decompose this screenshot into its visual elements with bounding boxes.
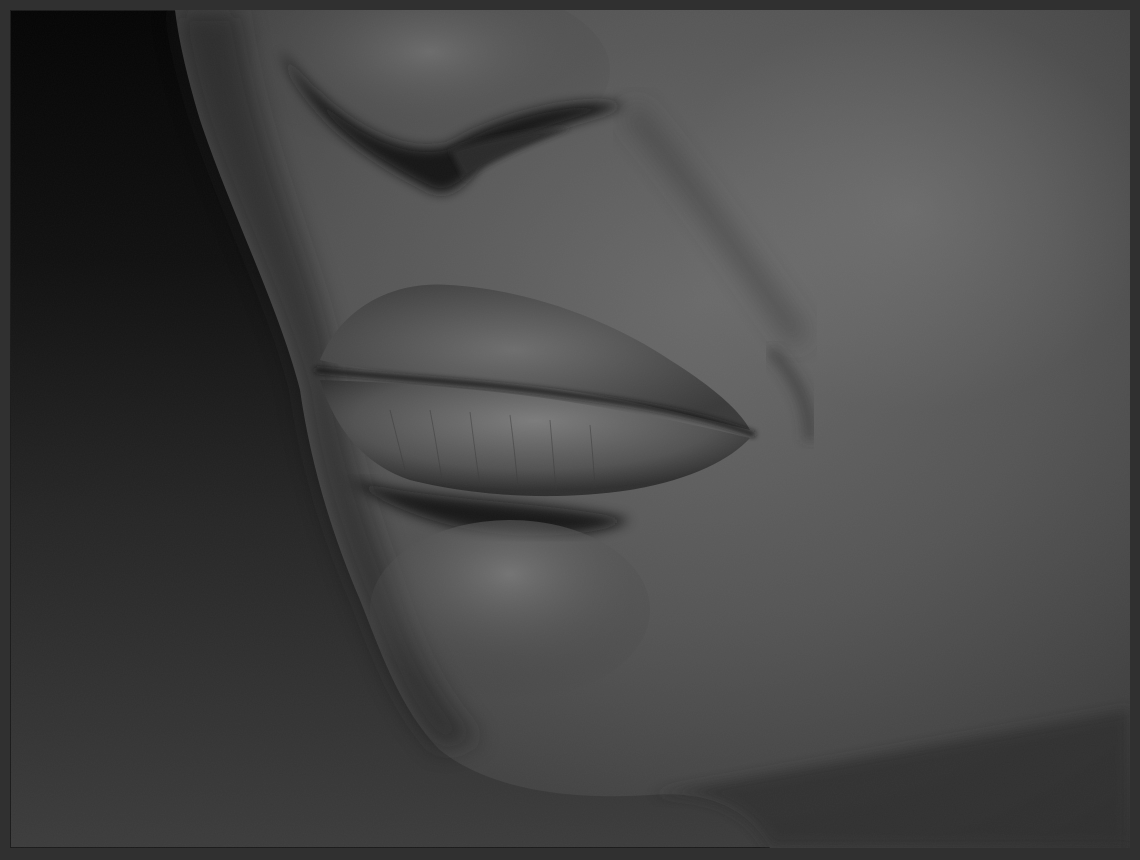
sculpt-render-image [10, 10, 1130, 848]
render-frame [0, 0, 1140, 860]
surface-grain [10, 10, 1130, 848]
render-viewport [10, 10, 1130, 848]
